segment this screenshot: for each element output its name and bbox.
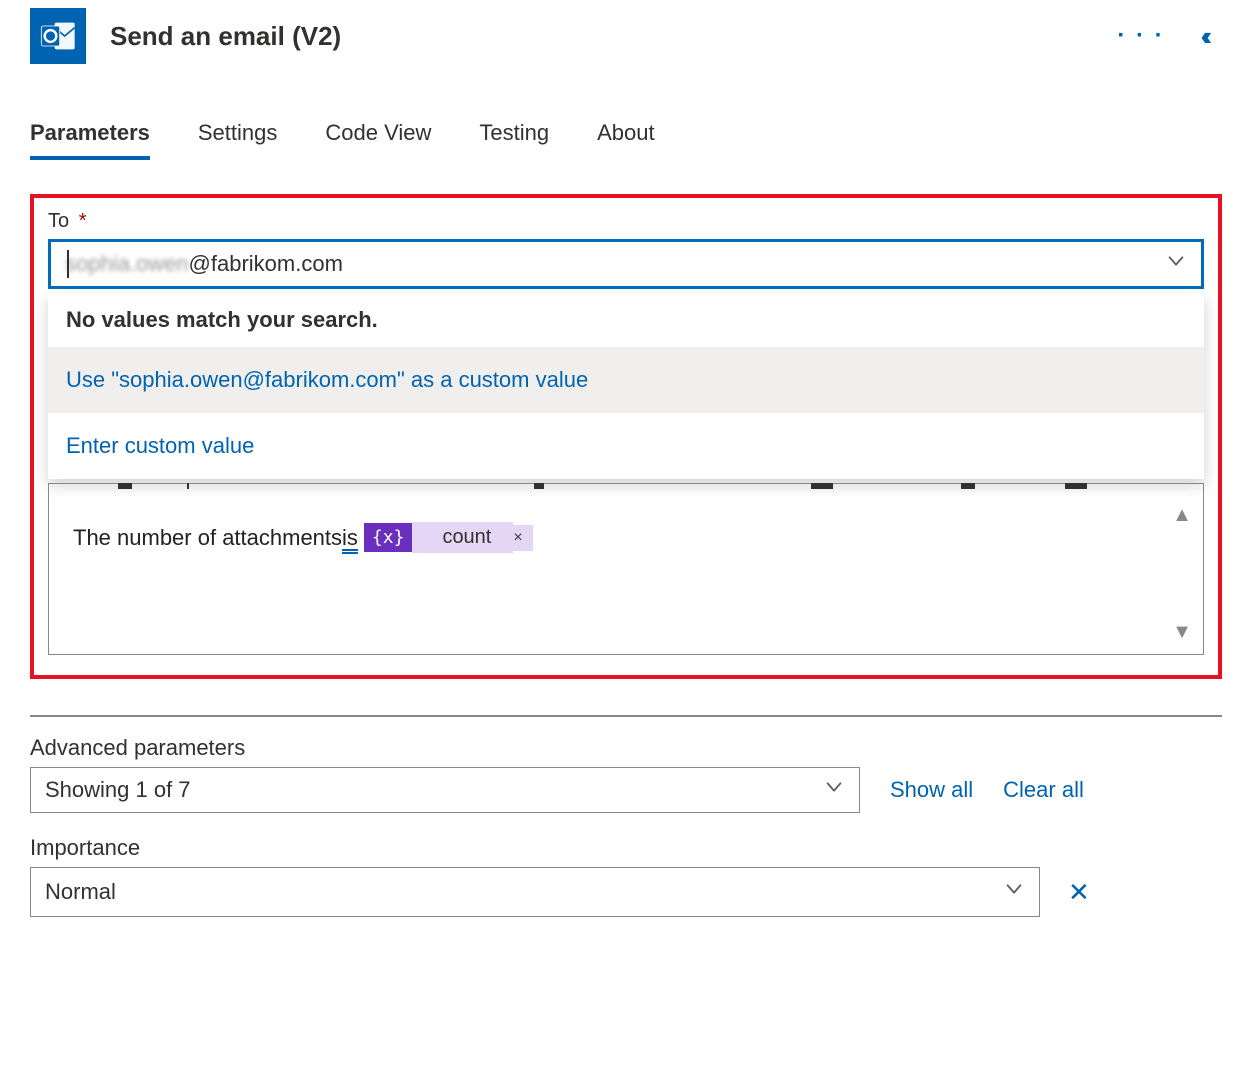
to-label: To * <box>48 210 1204 233</box>
parameters-highlight-box: To * sophia.owen@fabrikom.com No values … <box>30 194 1222 679</box>
expression-icon: {x} <box>364 523 413 552</box>
advanced-params-value: Showing 1 of 7 <box>45 777 191 803</box>
stepper-up-icon[interactable]: ▲ <box>1167 504 1197 527</box>
outlook-icon <box>30 8 86 64</box>
dropdown-use-custom[interactable]: Use "sophia.owen@fabrikom.com" as a cust… <box>48 347 1204 413</box>
chevron-down-icon[interactable] <box>1165 250 1187 278</box>
more-menu-icon[interactable]: · · · <box>1117 22 1164 50</box>
stepper-down-icon[interactable]: ▼ <box>1167 621 1197 644</box>
to-input-redacted: sophia.owen <box>65 251 189 277</box>
body-text-is: is <box>342 525 358 551</box>
expression-remove-icon[interactable]: × <box>513 525 532 551</box>
show-all-link[interactable]: Show all <box>890 777 973 803</box>
toolbar-remnant <box>49 483 1203 489</box>
tab-about[interactable]: About <box>597 120 655 160</box>
body-text-prefix: The number of attachments <box>73 525 342 551</box>
importance-select[interactable]: Normal <box>30 867 1040 917</box>
body-stepper: ▲ ▼ <box>1167 504 1197 644</box>
body-text: The number of attachments is {x} count × <box>73 522 1147 553</box>
expression-token[interactable]: {x} count × <box>364 522 533 553</box>
tab-settings[interactable]: Settings <box>198 120 278 160</box>
body-editor[interactable]: The number of attachments is {x} count ×… <box>48 483 1204 655</box>
advanced-params-select[interactable]: Showing 1 of 7 <box>30 767 860 813</box>
to-input[interactable]: sophia.owen@fabrikom.com <box>48 239 1204 289</box>
to-label-text: To <box>48 210 69 232</box>
advanced-params-label: Advanced parameters <box>30 735 1222 761</box>
required-marker: * <box>79 210 87 232</box>
expression-name: count <box>412 522 513 553</box>
importance-value: Normal <box>45 879 116 905</box>
importance-label: Importance <box>30 835 1222 861</box>
tab-parameters[interactable]: Parameters <box>30 120 150 160</box>
tab-code-view[interactable]: Code View <box>325 120 431 160</box>
tab-testing[interactable]: Testing <box>479 120 549 160</box>
dropdown-no-match: No values match your search. <box>48 293 1204 347</box>
chevron-down-icon[interactable] <box>823 776 845 804</box>
clear-all-link[interactable]: Clear all <box>1003 777 1084 803</box>
collapse-panel-icon[interactable]: ‹‹ <box>1201 21 1206 52</box>
to-input-visible: @fabrikom.com <box>189 251 343 277</box>
remove-importance-button[interactable]: ✕ <box>1058 873 1100 912</box>
action-title: Send an email (V2) <box>110 21 1093 52</box>
to-dropdown: No values match your search. Use "sophia… <box>48 293 1204 479</box>
text-caret <box>67 250 69 278</box>
dropdown-enter-custom[interactable]: Enter custom value <box>48 413 1204 479</box>
chevron-down-icon[interactable] <box>1003 878 1025 906</box>
section-divider <box>30 715 1222 717</box>
tab-bar: Parameters Settings Code View Testing Ab… <box>30 120 1222 160</box>
